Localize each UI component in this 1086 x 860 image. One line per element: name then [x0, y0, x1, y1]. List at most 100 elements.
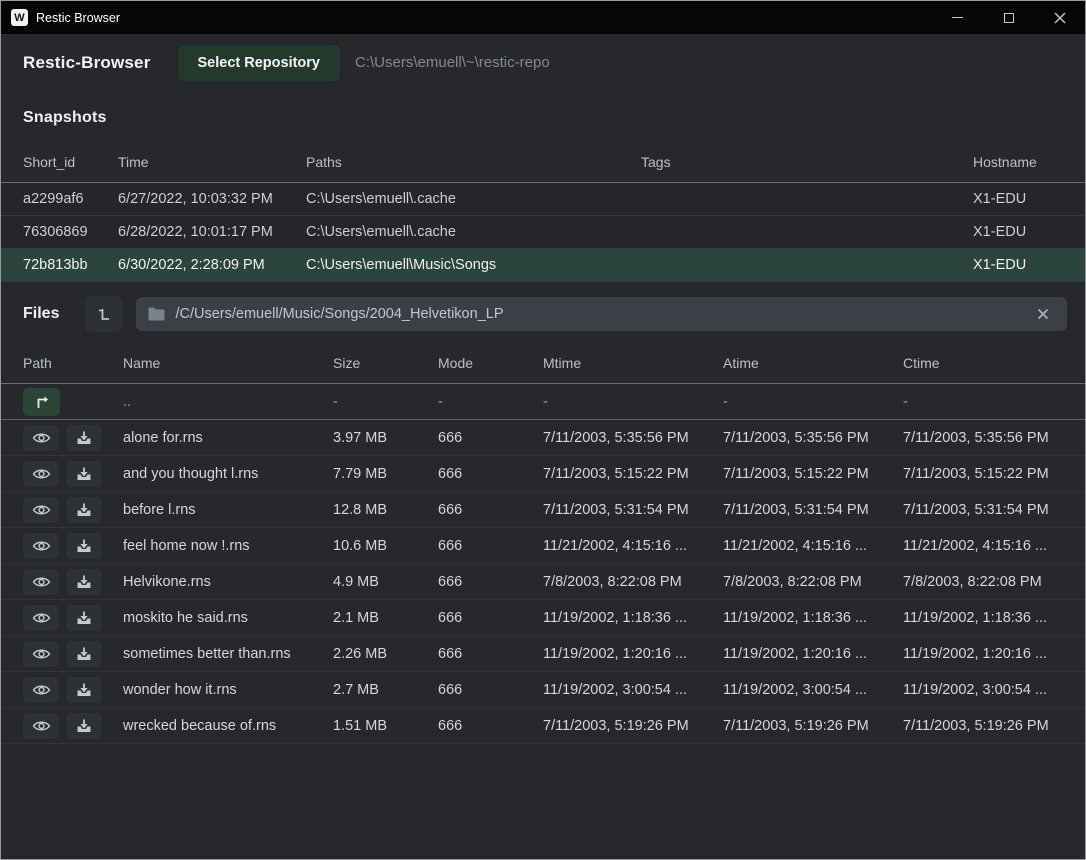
files-table: Path Name Size Mode Mtime Atime Ctime ..… — [1, 342, 1085, 744]
snapshot-short-id: 72b813bb — [23, 257, 118, 273]
column-header-mtime: Mtime — [543, 355, 723, 371]
column-header-atime: Atime — [723, 355, 903, 371]
clear-path-button[interactable] — [1031, 302, 1055, 326]
eye-icon — [32, 575, 51, 589]
column-header-ctime: Ctime — [903, 355, 1085, 371]
file-row[interactable]: and you thought l.rns 7.79 MB 666 7/11/2… — [1, 456, 1085, 492]
download-icon — [76, 718, 92, 734]
file-mode: 666 — [438, 538, 543, 554]
file-mtime: 11/19/2002, 1:18:36 ... — [543, 610, 723, 626]
preview-file-button[interactable] — [23, 425, 59, 451]
file-name: alone for.rns — [123, 430, 333, 446]
snapshot-paths: C:\Users\emuell\Music\Songs — [306, 257, 641, 273]
eye-icon — [32, 539, 51, 553]
file-row[interactable]: Helvikone.rns 4.9 MB 666 7/8/2003, 8:22:… — [1, 564, 1085, 600]
snapshot-time: 6/27/2022, 10:03:32 PM — [118, 191, 306, 207]
download-file-button[interactable] — [66, 605, 102, 631]
folder-icon — [148, 307, 165, 321]
file-name: and you thought l.rns — [123, 466, 333, 482]
file-row[interactable]: wonder how it.rns 2.7 MB 666 11/19/2002,… — [1, 672, 1085, 708]
download-icon — [76, 610, 92, 626]
close-button[interactable] — [1034, 1, 1085, 34]
close-icon — [1054, 12, 1066, 24]
file-mtime: - — [543, 394, 723, 410]
go-up-button[interactable] — [23, 388, 60, 416]
file-row[interactable]: moskito he said.rns 2.1 MB 666 11/19/200… — [1, 600, 1085, 636]
preview-file-button[interactable] — [23, 605, 59, 631]
file-name: before l.rns — [123, 502, 333, 518]
minimize-icon — [952, 17, 963, 18]
file-row[interactable]: wrecked because of.rns 1.51 MB 666 7/11/… — [1, 708, 1085, 744]
preview-file-button[interactable] — [23, 461, 59, 487]
snapshot-hostname: X1-EDU — [973, 257, 1085, 273]
download-file-button[interactable] — [66, 533, 102, 559]
file-row[interactable]: before l.rns 12.8 MB 666 7/11/2003, 5:31… — [1, 492, 1085, 528]
download-file-button[interactable] — [66, 677, 102, 703]
file-atime: 7/11/2003, 5:31:54 PM — [723, 502, 903, 518]
snapshot-row[interactable]: a2299af6 6/27/2022, 10:03:32 PM C:\Users… — [1, 183, 1085, 216]
snapshot-row[interactable]: 72b813bb 6/30/2022, 2:28:09 PM C:\Users\… — [1, 249, 1085, 282]
column-header-paths: Paths — [306, 154, 641, 170]
preview-file-button[interactable] — [23, 497, 59, 523]
download-file-button[interactable] — [66, 641, 102, 667]
file-size: 10.6 MB — [333, 538, 438, 554]
download-file-button[interactable] — [66, 569, 102, 595]
file-atime: 11/21/2002, 4:15:16 ... — [723, 538, 903, 554]
column-header-size: Size — [333, 355, 438, 371]
file-name: moskito he said.rns — [123, 610, 333, 626]
preview-file-button[interactable] — [23, 641, 59, 667]
column-header-time: Time — [118, 154, 306, 170]
file-name: .. — [123, 394, 333, 410]
file-row[interactable]: feel home now !.rns 10.6 MB 666 11/21/20… — [1, 528, 1085, 564]
file-ctime: 7/11/2003, 5:31:54 PM — [903, 502, 1085, 518]
file-name: wrecked because of.rns — [123, 718, 333, 734]
file-atime: - — [723, 394, 903, 410]
snapshots-table: Short_id Time Paths Tags Hostname a2299a… — [1, 141, 1085, 282]
app-icon: W — [11, 9, 28, 26]
up-directory-icon — [34, 394, 50, 410]
column-header-path: Path — [23, 355, 123, 371]
download-icon — [76, 466, 92, 482]
download-file-button[interactable] — [66, 497, 102, 523]
snapshot-time: 6/30/2022, 2:28:09 PM — [118, 257, 306, 273]
preview-file-button[interactable] — [23, 713, 59, 739]
column-header-short-id: Short_id — [23, 154, 118, 170]
maximize-button[interactable] — [983, 1, 1034, 34]
snapshot-row[interactable]: 76306869 6/28/2022, 10:01:17 PM C:\Users… — [1, 216, 1085, 249]
download-icon — [76, 502, 92, 518]
eye-icon — [32, 611, 51, 625]
download-icon — [76, 646, 92, 662]
file-atime: 11/19/2002, 3:00:54 ... — [723, 682, 903, 698]
file-ctime: 7/11/2003, 5:35:56 PM — [903, 430, 1085, 446]
file-name: wonder how it.rns — [123, 682, 333, 698]
current-path-field[interactable]: /C/Users/emuell/Music/Songs/2004_Helveti… — [136, 297, 1067, 331]
file-ctime: 11/19/2002, 3:00:54 ... — [903, 682, 1085, 698]
column-header-mode: Mode — [438, 355, 543, 371]
preview-file-button[interactable] — [23, 569, 59, 595]
select-repository-button[interactable]: Select Repository — [177, 44, 342, 82]
snapshot-paths: C:\Users\emuell\.cache — [306, 224, 641, 240]
file-mtime: 11/19/2002, 3:00:54 ... — [543, 682, 723, 698]
download-icon — [76, 574, 92, 590]
preview-file-button[interactable] — [23, 677, 59, 703]
snapshot-time: 6/28/2022, 10:01:17 PM — [118, 224, 306, 240]
snapshot-short-id: a2299af6 — [23, 191, 118, 207]
download-file-button[interactable] — [66, 713, 102, 739]
download-file-button[interactable] — [66, 461, 102, 487]
file-atime: 11/19/2002, 1:20:16 ... — [723, 646, 903, 662]
eye-icon — [32, 719, 51, 733]
file-size: 2.1 MB — [333, 610, 438, 626]
file-row[interactable]: alone for.rns 3.97 MB 666 7/11/2003, 5:3… — [1, 420, 1085, 456]
current-path-text: /C/Users/emuell/Music/Songs/2004_Helveti… — [175, 306, 503, 322]
column-header-tags: Tags — [641, 154, 973, 170]
minimize-button[interactable] — [932, 1, 983, 34]
file-mode: 666 — [438, 646, 543, 662]
file-ctime: 11/21/2002, 4:15:16 ... — [903, 538, 1085, 554]
download-file-button[interactable] — [66, 425, 102, 451]
snapshot-paths: C:\Users\emuell\.cache — [306, 191, 641, 207]
goto-root-button[interactable] — [85, 296, 122, 332]
preview-file-button[interactable] — [23, 533, 59, 559]
file-atime: 7/8/2003, 8:22:08 PM — [723, 574, 903, 590]
file-atime: 11/19/2002, 1:18:36 ... — [723, 610, 903, 626]
file-row[interactable]: sometimes better than.rns 2.26 MB 666 11… — [1, 636, 1085, 672]
